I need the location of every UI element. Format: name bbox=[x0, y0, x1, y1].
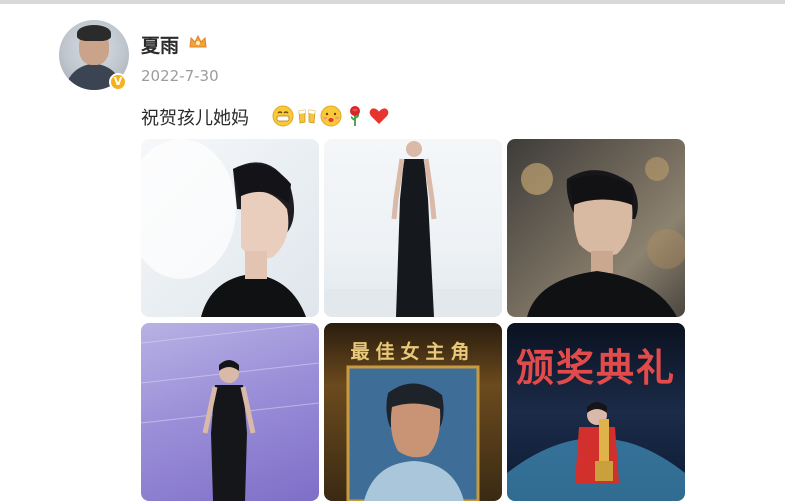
photo-5[interactable]: 最佳女主角 bbox=[324, 323, 502, 501]
photo-2[interactable] bbox=[324, 139, 502, 317]
kiss-emoji-icon bbox=[320, 105, 342, 127]
photo-1[interactable] bbox=[141, 139, 319, 317]
photo-4[interactable] bbox=[141, 323, 319, 501]
photo-3[interactable] bbox=[507, 139, 685, 317]
post-date: 2022-7-30 bbox=[141, 67, 219, 85]
photo-3-image bbox=[521, 157, 685, 317]
grin-emoji-icon bbox=[272, 105, 294, 127]
avatar-hair bbox=[77, 25, 111, 41]
heart-emoji-icon bbox=[369, 108, 389, 124]
post-text: 祝贺孩儿她妈 bbox=[141, 108, 249, 129]
username[interactable]: 夏雨 bbox=[141, 31, 179, 58]
photo-1-image bbox=[141, 139, 306, 317]
crown-icon bbox=[189, 34, 207, 48]
post-card: V 夏雨 2022-7-30 祝贺孩儿她妈 最佳女主角 颁奖典礼 bbox=[0, 4, 785, 503]
rose-emoji-icon bbox=[350, 106, 360, 126]
photo-6[interactable]: 颁奖典礼 bbox=[507, 323, 685, 501]
award-caption: 最佳女主角 bbox=[350, 341, 476, 363]
photo-grid: 最佳女主角 颁奖典礼 bbox=[141, 139, 685, 501]
cheers-emoji-icon bbox=[298, 109, 316, 124]
photo-2-image bbox=[324, 141, 502, 317]
photo-4-image bbox=[141, 323, 319, 501]
emoji-row bbox=[272, 104, 390, 128]
ceremony-caption: 颁奖典礼 bbox=[515, 346, 676, 390]
verified-badge-icon: V bbox=[109, 73, 127, 91]
